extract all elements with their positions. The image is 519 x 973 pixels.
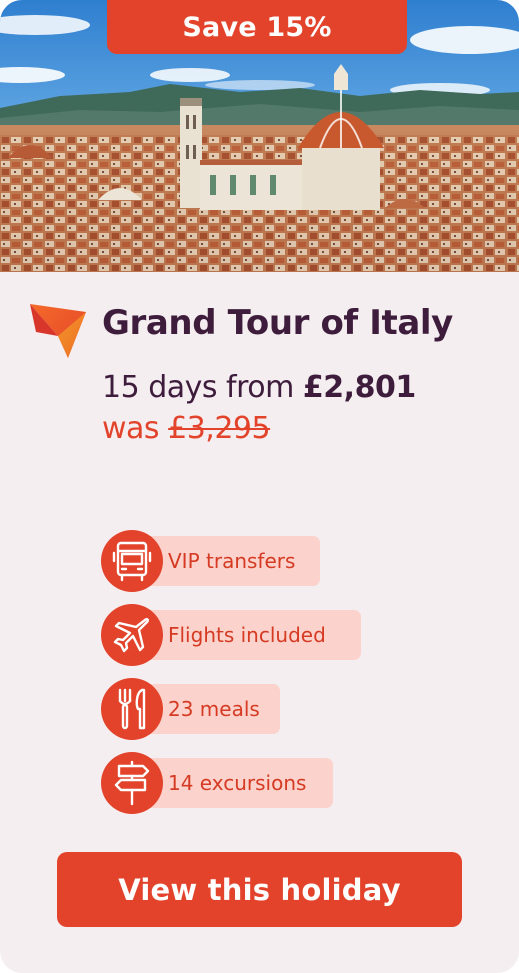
holiday-card[interactable]: Save 15% Grand Tour of Italy 15 days fro… (0, 0, 519, 973)
plane-icon (101, 604, 163, 666)
feature-label: 23 meals (168, 697, 260, 721)
feature-label: VIP transfers (168, 549, 296, 573)
save-badge: Save 15% (107, 0, 407, 54)
feature-label: 14 excursions (168, 771, 307, 795)
feature-label-pill: Flights included (131, 610, 361, 660)
bus-icon (101, 530, 163, 592)
price-prefix: 15 days from (102, 370, 294, 405)
fork-knife-icon (101, 678, 163, 740)
brand-arrow-icon (30, 304, 86, 358)
holiday-title: Grand Tour of Italy (102, 303, 453, 343)
was-prefix: was (102, 411, 160, 446)
current-price: £2,801 (302, 370, 416, 405)
signpost-icon (101, 752, 163, 814)
price-line: 15 days from £2,801 (102, 370, 416, 405)
old-price: £3,295 (168, 411, 271, 446)
was-price-line: was £3,295 (102, 411, 271, 446)
view-holiday-button[interactable]: View this holiday (57, 852, 462, 927)
feature-label: Flights included (168, 623, 326, 647)
